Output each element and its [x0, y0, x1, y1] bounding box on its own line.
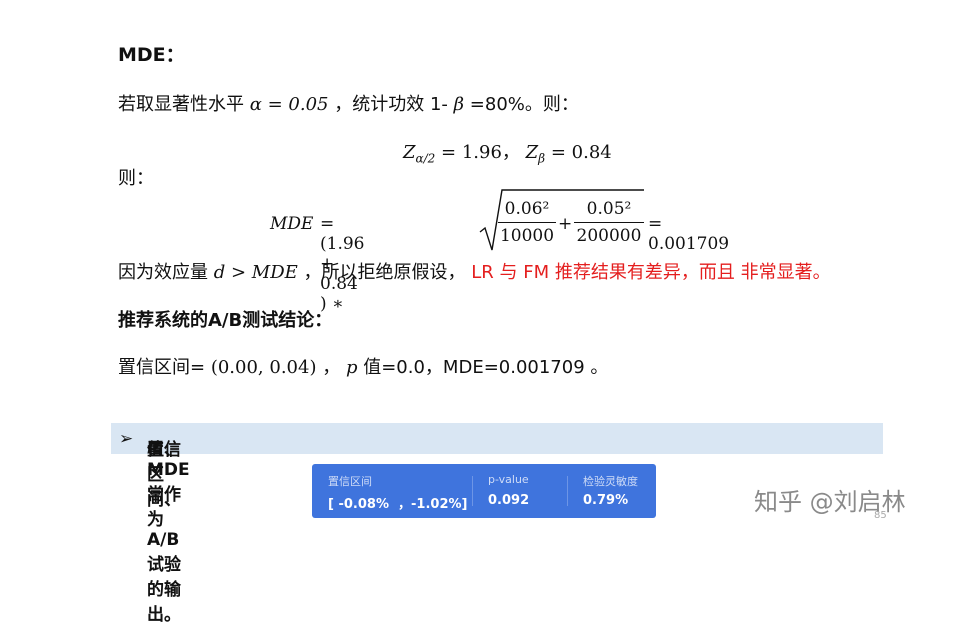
conclusion-prefix: 因为效应量 [118, 262, 208, 283]
sensitivity-value: 0.79% [583, 493, 629, 508]
section-title: 推荐系统的A/B测试结论： [118, 310, 333, 331]
significance-line: 若取显著性水平 α = 0.05 ，统计功效 1- β =80%。则： [118, 90, 579, 116]
significance-prefix: 若取显著性水平 [118, 94, 244, 115]
banner-part2: 值、MDE 常作为 A/B试验的输出。 [147, 440, 190, 625]
z-alpha-value: = 1.96， [441, 142, 520, 163]
sensitivity-label: 检验灵敏度 [583, 475, 638, 488]
ci-label: 置信区间 [328, 475, 372, 488]
result-middle: ， [322, 357, 341, 378]
p-value: 0.092 [488, 493, 530, 508]
fraction-2-denominator: 200000 [576, 226, 642, 246]
result-line: 置信区间= (0.00, 0.04) ， p 值=0.0，MDE=0.00170… [118, 353, 608, 379]
arrow-bullet-icon: ➢ [119, 429, 134, 449]
z-values: Zα/2 = 1.96， Zβ = 0.84 [403, 138, 612, 166]
z-beta-sub: β [538, 151, 546, 166]
fraction-1-denominator: 10000 [499, 226, 555, 246]
formula-result: = 0.001709 [648, 214, 730, 254]
output-banner: ➢ 置信区间、 p 值、MDE 常作为 A/B试验的输出。 [111, 423, 883, 625]
z-alpha-sub: α/2 [415, 151, 436, 166]
panel-divider [472, 476, 473, 506]
mde-heading: MDE： [118, 44, 185, 66]
z-alpha: Z [403, 142, 416, 163]
fraction-2-bar [574, 222, 644, 223]
result-prefix: 置信区间= [118, 357, 206, 378]
alpha-expression: α = 0.05 [249, 94, 329, 115]
result-suffix: 值=0.0，MDE=0.001709 。 [363, 357, 609, 378]
power-suffix: =80%。则： [469, 94, 579, 115]
conclusion-line: 因为效应量 d > MDE ，所以拒绝原假设， LR 与 FM 推荐结果有差异，… [118, 258, 831, 284]
conclusion-highlight: LR 与 FM 推荐结果有差异，而且 非常显著。 [471, 262, 831, 283]
ci-value: [ -0.08% ，-1.02%] [328, 497, 468, 512]
then-label: 则： [118, 168, 154, 189]
stats-panel: 置信区间 [ -0.08% ，-1.02%] p-value 0.092 检验灵… [312, 464, 656, 518]
confidence-interval: (0.00, 0.04) [210, 357, 317, 378]
p-value-label: p-value [488, 473, 529, 486]
fraction-1: 0.06² 10000 [498, 199, 556, 246]
power-text: ，统计功效 1- [334, 94, 448, 115]
formula-plus: + [558, 214, 573, 234]
beta-symbol: β [453, 94, 465, 115]
fraction-1-numerator: 0.06² [504, 199, 550, 219]
fraction-1-bar [498, 222, 556, 223]
formula-lhs: MDE [270, 214, 314, 234]
z-beta: Z [525, 142, 539, 163]
z-beta-value: = 0.84 [550, 142, 612, 163]
panel-divider [567, 476, 568, 506]
page-number: 85 [874, 510, 887, 521]
fraction-2: 0.05² 200000 [574, 199, 644, 246]
fraction-2-numerator: 0.05² [586, 199, 632, 219]
conclusion-middle: ，所以拒绝原假设， [303, 262, 466, 283]
p-symbol: p [345, 357, 358, 378]
effect-size-expression: d > MDE [213, 262, 298, 283]
